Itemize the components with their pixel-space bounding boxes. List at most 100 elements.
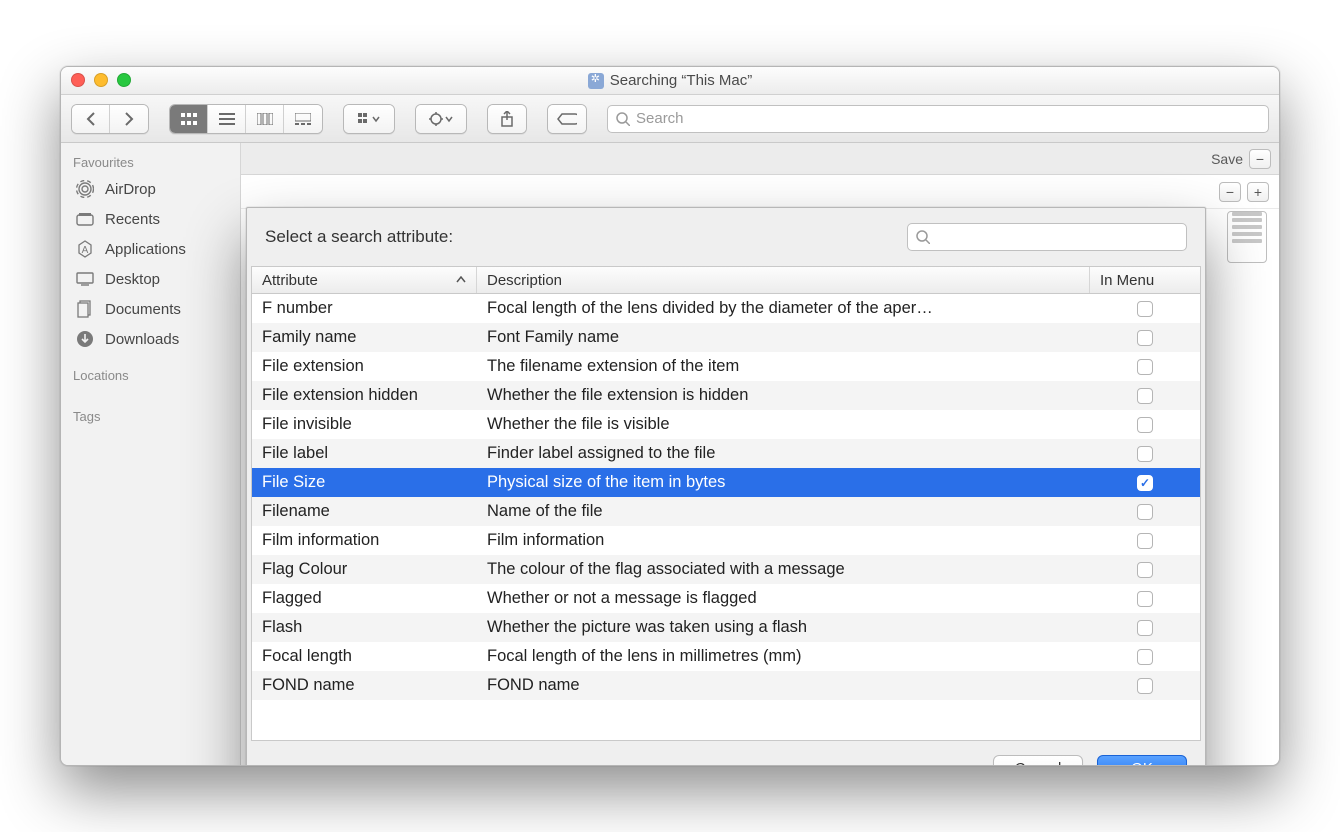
ok-button[interactable]: OK	[1097, 755, 1187, 767]
search-placeholder: Search	[636, 110, 684, 127]
table-row[interactable]: FlaggedWhether or not a message is flagg…	[252, 584, 1200, 613]
inmenu-checkbox[interactable]	[1137, 504, 1153, 520]
downloads-icon	[75, 329, 95, 349]
close-window-button[interactable]	[71, 73, 85, 87]
back-button[interactable]	[72, 105, 110, 133]
table-row[interactable]: F numberFocal length of the lens divided…	[252, 294, 1200, 323]
inmenu-checkbox[interactable]	[1137, 678, 1153, 694]
table-row[interactable]: FilenameName of the file	[252, 497, 1200, 526]
svg-text:A: A	[82, 245, 89, 256]
inmenu-checkbox[interactable]	[1137, 533, 1153, 549]
zoom-window-button[interactable]	[117, 73, 131, 87]
attr-cell: File extension hidden	[252, 386, 477, 405]
attr-cell: Flash	[252, 618, 477, 637]
inmenu-cell	[1090, 446, 1200, 462]
attr-cell: Film information	[252, 531, 477, 550]
sidebar-item-desktop[interactable]: Desktop	[61, 264, 240, 294]
applications-icon: A	[75, 239, 95, 259]
inmenu-checkbox[interactable]	[1137, 620, 1153, 636]
table-row[interactable]: Flag ColourThe colour of the flag associ…	[252, 555, 1200, 584]
view-icons-button[interactable]	[170, 105, 208, 133]
table-row[interactable]: File SizePhysical size of the item in by…	[252, 468, 1200, 497]
recents-icon	[75, 209, 95, 229]
inmenu-checkbox[interactable]	[1137, 562, 1153, 578]
inmenu-checkbox[interactable]	[1137, 417, 1153, 433]
inmenu-checkbox[interactable]	[1137, 649, 1153, 665]
column-inmenu-header[interactable]: In Menu	[1090, 267, 1200, 293]
attr-cell: F number	[252, 299, 477, 318]
view-buttons	[169, 104, 323, 134]
attribute-search-field[interactable]	[907, 223, 1187, 251]
attribute-picker-sheet: Select a search attribute: Attribute Des…	[246, 207, 1206, 766]
airdrop-icon	[75, 179, 95, 199]
sidebar-item-downloads[interactable]: Downloads	[61, 324, 240, 354]
finder-window: Searching “This Mac” Search	[60, 66, 1280, 766]
column-description-header[interactable]: Description	[477, 267, 1090, 293]
inmenu-cell	[1090, 591, 1200, 607]
sheet-header: Select a search attribute:	[247, 208, 1205, 266]
sidebar-item-airdrop[interactable]: AirDrop	[61, 174, 240, 204]
view-columns-button[interactable]	[246, 105, 284, 133]
save-search-button[interactable]: Save	[1211, 151, 1243, 167]
cancel-button[interactable]: Cancel	[993, 755, 1083, 767]
inmenu-checkbox[interactable]	[1137, 446, 1153, 462]
minimize-window-button[interactable]	[94, 73, 108, 87]
desc-cell: Font Family name	[477, 328, 1090, 347]
search-field[interactable]: Search	[607, 105, 1269, 133]
inmenu-cell	[1090, 359, 1200, 375]
table-row[interactable]: FOND nameFOND name	[252, 671, 1200, 700]
table-row[interactable]: File extensionThe filename extension of …	[252, 352, 1200, 381]
inmenu-cell	[1090, 504, 1200, 520]
table-row[interactable]: File invisibleWhether the file is visibl…	[252, 410, 1200, 439]
sidebar-section-favourites: Favourites	[61, 151, 240, 174]
table-row[interactable]: Film informationFilm information	[252, 526, 1200, 555]
table-body: F numberFocal length of the lens divided…	[252, 294, 1200, 740]
inmenu-cell	[1090, 330, 1200, 346]
sidebar-item-applications[interactable]: AApplications	[61, 234, 240, 264]
attr-cell: File label	[252, 444, 477, 463]
desc-cell: Name of the file	[477, 502, 1090, 521]
filter-row: − +	[241, 175, 1279, 209]
table-header: Attribute Description In Menu	[252, 266, 1200, 294]
inmenu-cell	[1090, 562, 1200, 578]
table-row[interactable]: Focal lengthFocal length of the lens in …	[252, 642, 1200, 671]
remove-filter-button[interactable]: −	[1219, 182, 1241, 202]
forward-button[interactable]	[110, 105, 148, 133]
sidebar-item-documents[interactable]: Documents	[61, 294, 240, 324]
attr-cell: Focal length	[252, 647, 477, 666]
scope-bar: Save −	[241, 143, 1279, 175]
inmenu-checkbox[interactable]	[1137, 475, 1153, 491]
sidebar-section-tags: Tags	[61, 405, 240, 428]
action-menu[interactable]	[415, 104, 467, 134]
inmenu-checkbox[interactable]	[1137, 359, 1153, 375]
inmenu-cell	[1090, 620, 1200, 636]
table-row[interactable]: File extension hiddenWhether the file ex…	[252, 381, 1200, 410]
inmenu-checkbox[interactable]	[1137, 388, 1153, 404]
tags-button[interactable]	[547, 104, 587, 134]
inmenu-checkbox[interactable]	[1137, 591, 1153, 607]
window-title: Searching “This Mac”	[610, 72, 753, 89]
titlebar: Searching “This Mac”	[61, 67, 1279, 95]
inmenu-checkbox[interactable]	[1137, 301, 1153, 317]
preview-thumbnail	[1227, 211, 1267, 263]
column-attribute-header[interactable]: Attribute	[252, 267, 477, 293]
add-filter-button[interactable]: +	[1247, 182, 1269, 202]
table-row[interactable]: File labelFinder label assigned to the f…	[252, 439, 1200, 468]
inmenu-cell	[1090, 417, 1200, 433]
inmenu-cell	[1090, 678, 1200, 694]
view-list-button[interactable]	[208, 105, 246, 133]
inmenu-cell	[1090, 533, 1200, 549]
sheet-prompt: Select a search attribute:	[265, 227, 453, 247]
collapse-criteria-button[interactable]: −	[1249, 149, 1271, 169]
desc-cell: FOND name	[477, 676, 1090, 695]
inmenu-cell	[1090, 301, 1200, 317]
share-button[interactable]	[487, 104, 527, 134]
view-gallery-button[interactable]	[284, 105, 322, 133]
table-row[interactable]: FlashWhether the picture was taken using…	[252, 613, 1200, 642]
table-row[interactable]: Family nameFont Family name	[252, 323, 1200, 352]
sidebar-item-recents[interactable]: Recents	[61, 204, 240, 234]
sort-ascending-icon	[456, 276, 466, 284]
inmenu-cell	[1090, 649, 1200, 665]
inmenu-checkbox[interactable]	[1137, 330, 1153, 346]
groupby-menu[interactable]	[343, 104, 395, 134]
